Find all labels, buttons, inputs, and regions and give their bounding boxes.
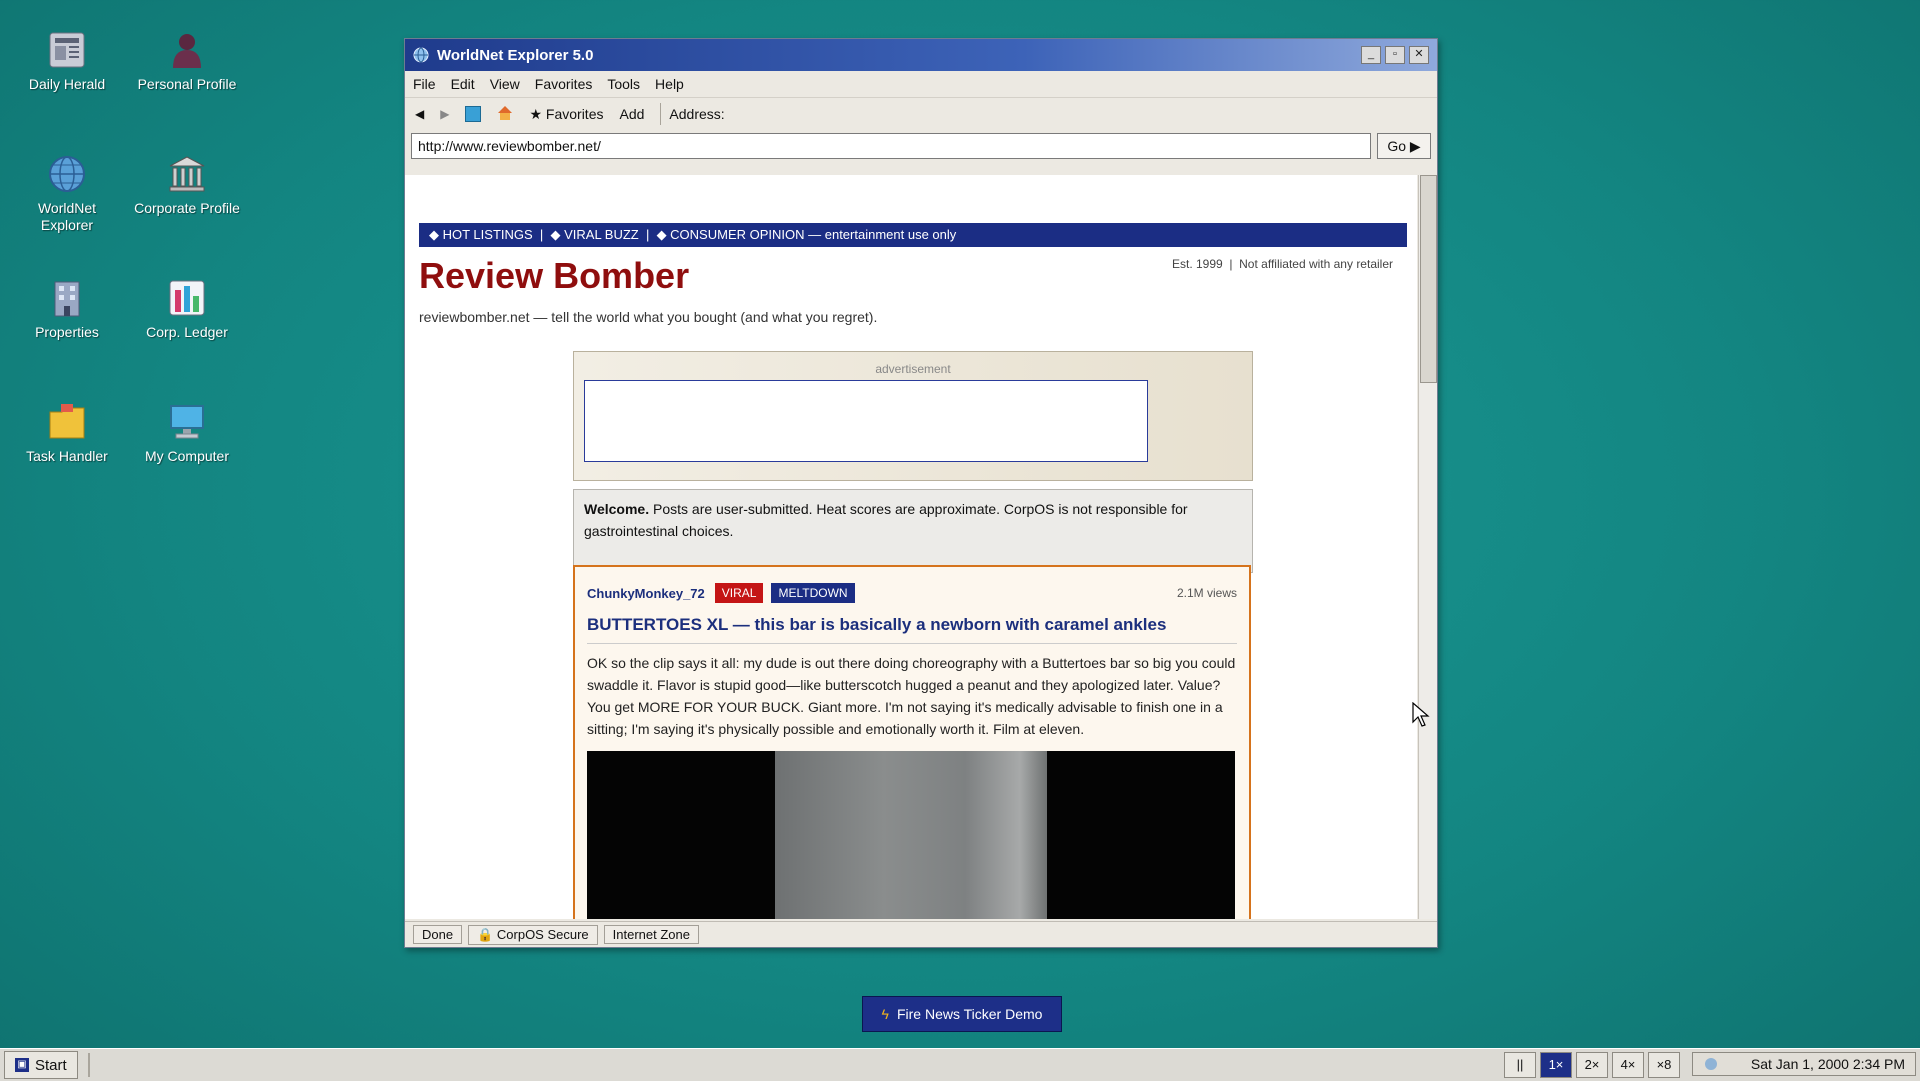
taskbar-divider	[87, 1053, 90, 1077]
desktop-icon-label: Corporate Profile	[134, 200, 240, 216]
home-icon[interactable]	[497, 105, 513, 124]
scrollbar-thumb[interactable]	[1420, 175, 1437, 383]
ledger-chart-icon	[167, 278, 207, 318]
fire-news-ticker-button[interactable]: ϟ Fire News Ticker Demo	[862, 996, 1062, 1032]
toolbar-divider	[660, 103, 662, 125]
desktop-icon-label: Personal Profile	[137, 76, 237, 92]
maximize-button[interactable]: ▫	[1385, 46, 1405, 64]
video-frame	[775, 751, 1047, 919]
desktop-icon-task-handler[interactable]: Task Handler	[12, 402, 122, 465]
desktop-icon-label: Corp. Ledger	[146, 324, 228, 340]
post-views: 2.1M views	[1176, 586, 1237, 600]
menu-view[interactable]: View	[490, 76, 520, 92]
welcome-text: Posts are user-submitted. Heat scores ar…	[584, 501, 1188, 539]
advertisement-label: advertisement	[875, 362, 951, 376]
advertisement-frame[interactable]	[584, 380, 1148, 462]
desktop-icon-label: Daily Herald	[28, 76, 106, 92]
page-viewport[interactable]: ◆ HOT LISTINGS | ◆ VIRAL BUZZ | ◆ CONSUM…	[405, 175, 1417, 919]
title-bar[interactable]: WorldNet Explorer 5.0 _ ▫ ✕	[405, 39, 1437, 71]
status-bar: Done 🔒 CorpOS Secure Internet Zone	[405, 921, 1437, 947]
network-icon[interactable]	[1705, 1058, 1717, 1070]
system-tray: Sat Jan 1, 2000 2:34 PM	[1692, 1052, 1916, 1076]
post-body: OK so the clip says it all: my dude is o…	[587, 655, 1236, 737]
globe-icon	[413, 47, 429, 63]
start-button[interactable]: ▣ Start	[4, 1051, 78, 1079]
meltdown-badge: MELTDOWN	[771, 583, 855, 603]
status-zone: Internet Zone	[603, 925, 699, 944]
welcome-heading: Welcome.	[584, 501, 650, 517]
refresh-icon[interactable]	[465, 106, 482, 122]
post-header: ChunkyMonkey_72 VIRAL MELTDOWN 2.1M view…	[575, 567, 1249, 603]
viral-badge: VIRAL	[714, 583, 764, 603]
desktop-icon-worldnet-explorer[interactable]: WorldNet Explorer	[12, 154, 122, 234]
forward-icon[interactable]: ▶	[440, 107, 449, 121]
speed-controls: || 1× 2× 4× ×8	[1504, 1052, 1680, 1078]
post-title[interactable]: BUTTERTOES XL — this bar is basically a …	[575, 603, 1249, 635]
desktop-icon-corp-ledger[interactable]: Corp. Ledger	[132, 278, 242, 341]
add-favorite-button[interactable]: Add	[619, 106, 644, 122]
speed-4x-button[interactable]: 4×	[1612, 1052, 1644, 1078]
site-nav-strip[interactable]: ◆ HOT LISTINGS | ◆ VIRAL BUZZ | ◆ CONSUM…	[419, 223, 1407, 247]
speed-8x-button[interactable]: ×8	[1648, 1052, 1680, 1078]
speed-1x-button[interactable]: 1×	[1540, 1052, 1572, 1078]
taskbar: ▣ Start || 1× 2× 4× ×8 Sat Jan 1, 2000 2…	[0, 1048, 1920, 1081]
building-icon	[47, 278, 87, 318]
address-label: Address:	[669, 106, 725, 122]
lightning-icon: ϟ	[881, 1006, 889, 1022]
status-done: Done	[413, 925, 463, 944]
menu-favorites[interactable]: Favorites	[535, 76, 593, 92]
menu-tools[interactable]: Tools	[607, 76, 640, 92]
welcome-notice: Welcome. Posts are user-submitted. Heat …	[573, 489, 1253, 573]
desktop-icon-label: Task Handler	[26, 448, 108, 464]
video-player[interactable]	[587, 751, 1235, 919]
lock-icon: 🔒	[477, 926, 494, 942]
site-title: Review Bomber	[419, 255, 690, 296]
back-icon[interactable]: ◀	[415, 107, 424, 121]
close-button[interactable]: ✕	[1409, 46, 1429, 64]
advertisement-box: advertisement	[573, 351, 1253, 481]
desktop-icon-my-computer[interactable]: My Computer	[132, 402, 242, 465]
desktop-icon-label: WorldNet Explorer	[37, 200, 97, 233]
vertical-scrollbar[interactable]	[1418, 175, 1437, 919]
desktop-icon-properties[interactable]: Properties	[12, 278, 122, 341]
address-input[interactable]: http://www.reviewbomber.net/	[411, 133, 1371, 159]
post-username[interactable]: ChunkyMonkey_72	[587, 586, 705, 601]
speed-2x-button[interactable]: 2×	[1576, 1052, 1608, 1078]
menu-edit[interactable]: Edit	[451, 76, 475, 92]
go-button[interactable]: Go ▶	[1377, 133, 1431, 159]
person-icon	[167, 30, 207, 70]
globe-icon	[47, 154, 87, 194]
favorites-button[interactable]: ★ Favorites	[529, 106, 603, 123]
desktop-icon-corporate-profile[interactable]: Corporate Profile	[132, 154, 242, 217]
desktop-icon-label: Properties	[35, 324, 99, 340]
review-post: ChunkyMonkey_72 VIRAL MELTDOWN 2.1M view…	[573, 565, 1251, 919]
toolbar: ◀ ▶ ★ Favorites Add Address:	[405, 97, 1437, 130]
site-meta: Est. 1999 | Not affiliated with any reta…	[1171, 257, 1393, 271]
desktop-icon-daily-herald[interactable]: Daily Herald	[12, 30, 122, 93]
ticker-button-label: Fire News Ticker Demo	[896, 1006, 1043, 1022]
desktop-icon-personal-profile[interactable]: Personal Profile	[132, 30, 242, 93]
status-secure-label: CorpOS Secure	[496, 926, 589, 942]
start-icon: ▣	[15, 1058, 29, 1072]
minimize-button[interactable]: _	[1361, 46, 1381, 64]
menu-help[interactable]: Help	[655, 76, 684, 92]
pause-button[interactable]: ||	[1504, 1052, 1536, 1078]
clock[interactable]: Sat Jan 1, 2000 2:34 PM	[1751, 1056, 1905, 1072]
browser-window: WorldNet Explorer 5.0 _ ▫ ✕ File Edit Vi…	[404, 38, 1438, 948]
menu-bar: File Edit View Favorites Tools Help	[405, 71, 1437, 97]
menu-file[interactable]: File	[413, 76, 436, 92]
window-title: WorldNet Explorer 5.0	[437, 46, 594, 64]
desktop-icon-label: My Computer	[144, 448, 230, 464]
newspaper-icon	[47, 30, 87, 70]
folder-icon	[47, 402, 87, 442]
site-tagline: reviewbomber.net — tell the world what y…	[419, 309, 878, 325]
address-bar: http://www.reviewbomber.net/ Go ▶	[405, 130, 1437, 162]
status-secure: 🔒 CorpOS Secure	[468, 924, 598, 945]
start-label: Start	[35, 1056, 67, 1074]
bank-icon	[167, 154, 207, 194]
computer-icon	[167, 402, 207, 442]
